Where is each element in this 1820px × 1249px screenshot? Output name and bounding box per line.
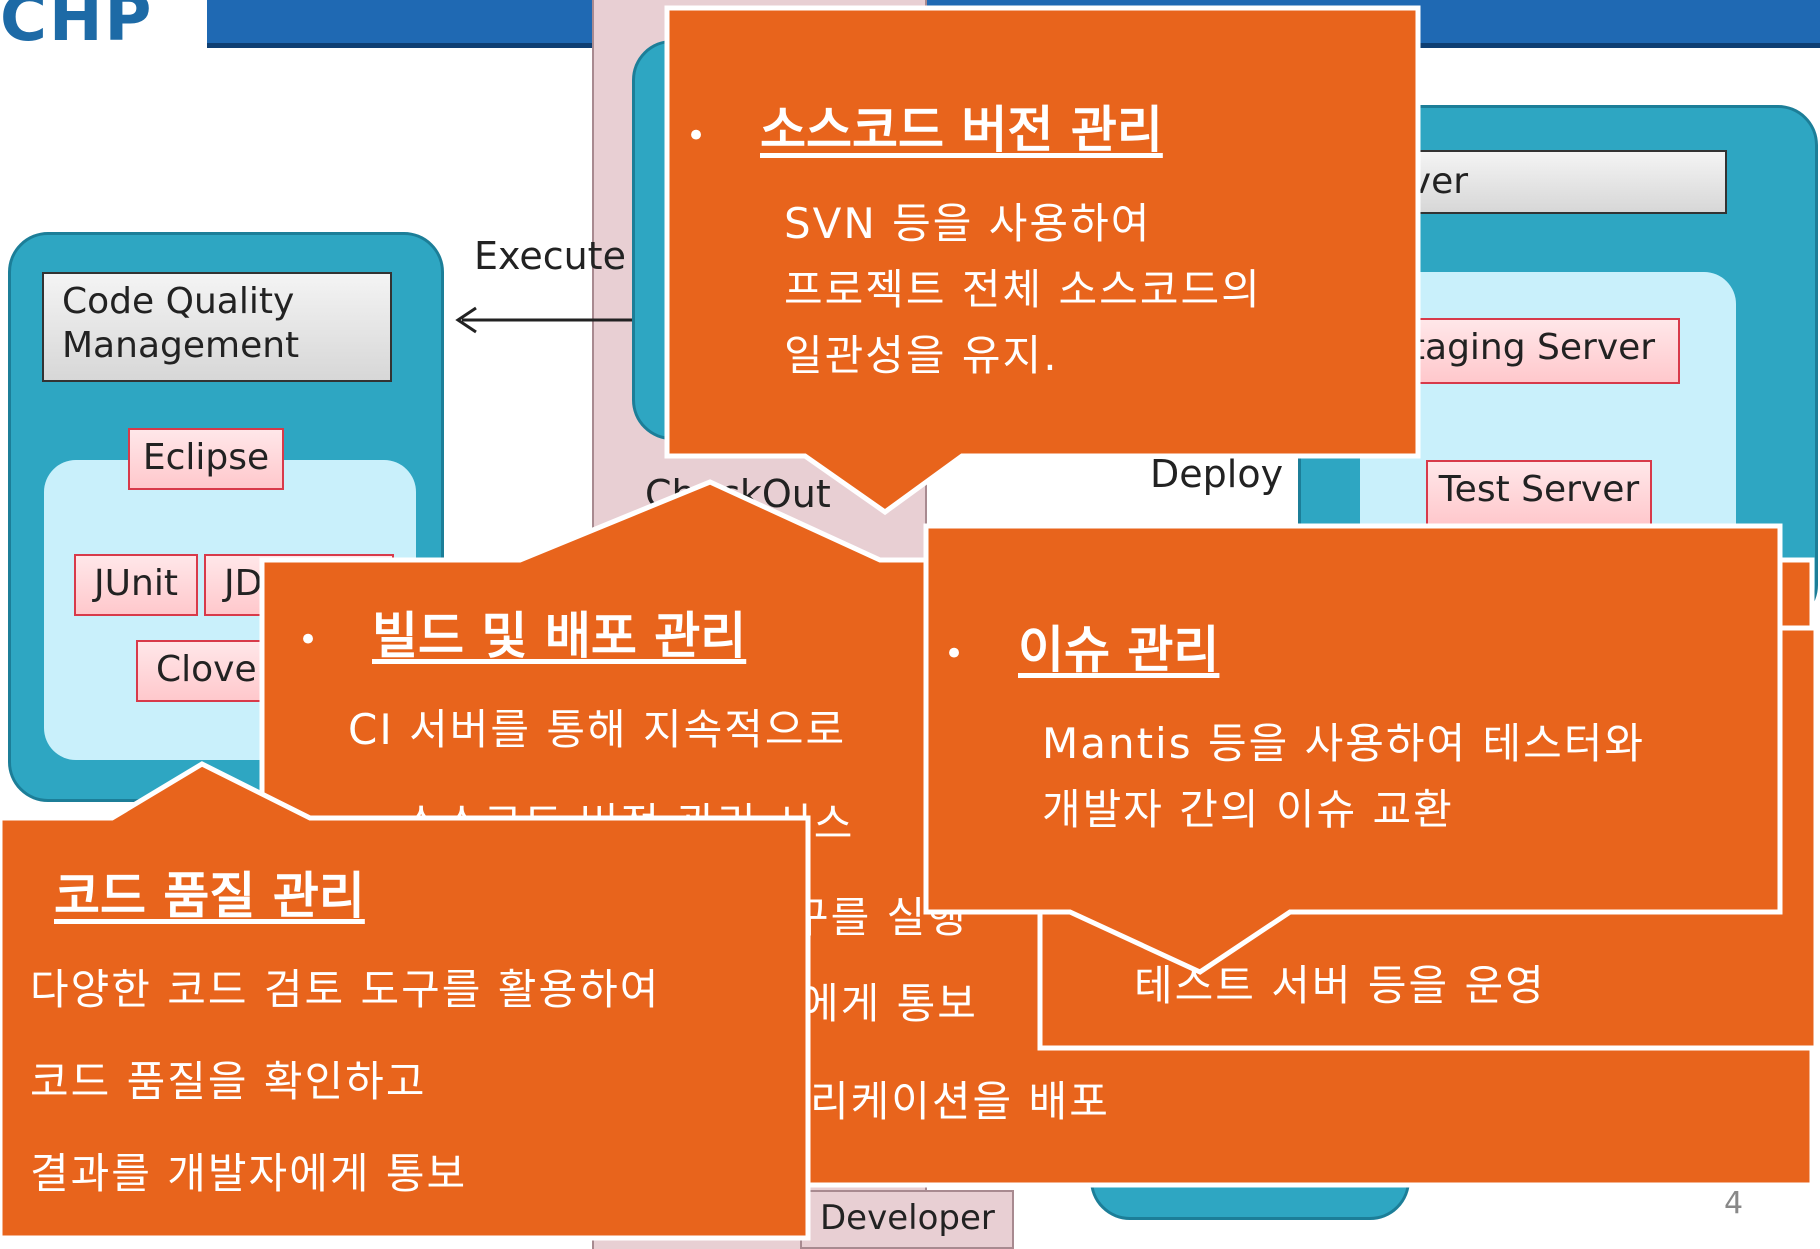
quality-line-1: 다양한 코드 검토 도구를 활용하여: [30, 965, 661, 1014]
quality-line-3: 결과를 개발자에게 통보: [30, 1149, 468, 1198]
quality-heading: 코드 품질 관리: [54, 867, 365, 925]
quality-line-2: 코드 품질을 확인하고: [30, 1057, 427, 1106]
